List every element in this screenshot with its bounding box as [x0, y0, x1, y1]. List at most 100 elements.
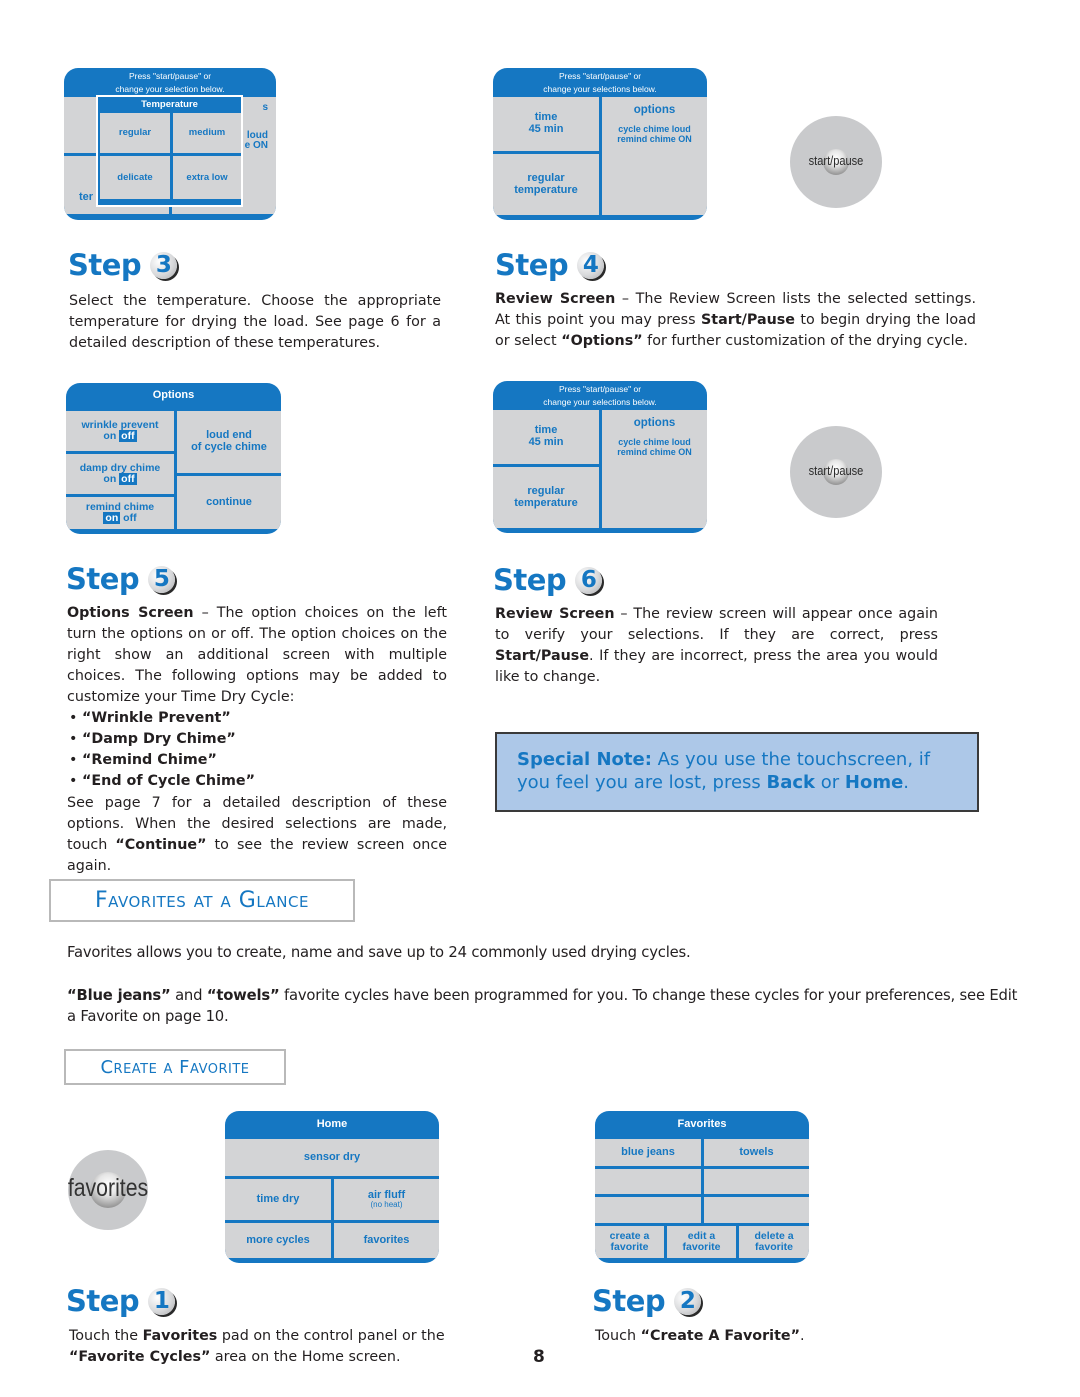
- review-screen-step4: Press "start/pause" or change your selec…: [493, 68, 707, 220]
- step-2-heading: Step 2: [592, 1284, 702, 1318]
- favorite-slot-empty[interactable]: [704, 1169, 809, 1194]
- favorite-towels[interactable]: towels: [704, 1139, 809, 1166]
- prompt-line-2: change your selections below.: [543, 397, 657, 407]
- favorite-slot-empty[interactable]: [595, 1169, 701, 1194]
- bullet-item: “Damp Dry Chime”: [69, 729, 449, 750]
- off-option[interactable]: off: [123, 512, 136, 524]
- on-option[interactable]: on: [103, 473, 116, 485]
- options-cell[interactable]: options cycle chime loud remind chime ON: [602, 97, 707, 215]
- special-note-box: Special Note: As you use the touchscreen…: [495, 732, 979, 812]
- temp-option-extra-low[interactable]: extra low: [173, 156, 241, 199]
- options-cell[interactable]: options cycle chime loud remind chime ON: [602, 410, 707, 528]
- option-label: regular: [118, 127, 152, 139]
- step-number-badge: 5: [148, 565, 176, 593]
- more-cycles-button[interactable]: more cycles: [225, 1223, 331, 1258]
- edit-line-2: favorite: [682, 1241, 721, 1253]
- section-title: Favorites at a Glance: [95, 888, 309, 913]
- start-pause-label: start/pause: [808, 153, 864, 168]
- favorite-label: towels: [739, 1145, 774, 1158]
- step-4-heading: Step 4: [495, 248, 605, 282]
- temperature-label-peek: ter: [79, 191, 94, 204]
- options-line-2: remind chime ON: [617, 133, 692, 144]
- special-note-lead: Special Note:: [517, 749, 652, 770]
- step-number-badge: 1: [148, 1287, 176, 1315]
- section-title: Create a Favorite: [100, 1056, 250, 1078]
- emphasis: Home: [844, 772, 904, 793]
- time-cell[interactable]: time 45 min: [493, 410, 599, 464]
- loud-end-line-2: of cycle chime: [191, 441, 267, 453]
- text-span: Touch: [595, 1328, 641, 1344]
- step-5-text: Options Screen – The option choices on t…: [67, 603, 447, 708]
- options-screen: Options wrinkle prevent on off damp dry …: [66, 383, 281, 534]
- edit-a-favorite-button[interactable]: edit a favorite: [667, 1226, 736, 1258]
- start-pause-pad[interactable]: start/pause: [790, 426, 882, 518]
- text-span: and: [170, 987, 207, 1004]
- damp-dry-chime-toggle[interactable]: damp dry chime on off: [66, 454, 174, 494]
- lead-text: Review Screen: [495, 291, 616, 307]
- off-option-selected[interactable]: off: [119, 473, 137, 485]
- air-fluff-note: (no heat): [370, 1200, 403, 1210]
- step-number-badge: 4: [577, 251, 605, 279]
- loud-end-of-cycle-chime-button[interactable]: loud end of cycle chime: [177, 411, 281, 473]
- option-label: delicate: [117, 171, 153, 183]
- temperature-popup-title: Temperature: [141, 99, 198, 110]
- bullet-item: “Wrinkle Prevent”: [69, 708, 449, 729]
- remind-chime-toggle[interactable]: remind chime on off: [66, 497, 174, 529]
- temperature-cell[interactable]: regular temperature: [493, 154, 599, 215]
- emphasis: “Favorite Cycles”: [69, 1349, 211, 1365]
- delete-a-favorite-button[interactable]: delete a favorite: [739, 1226, 809, 1258]
- step-word: Step: [66, 1284, 140, 1318]
- temperature-label: temperature: [514, 496, 578, 509]
- options-screen-title: Options: [152, 389, 195, 401]
- air-fluff-button[interactable]: air fluff (no heat): [334, 1179, 439, 1220]
- step-5-heading: Step 5: [66, 562, 176, 596]
- step-number-badge: 2: [674, 1287, 702, 1315]
- create-a-favorite-button[interactable]: create a favorite: [595, 1226, 664, 1258]
- favorites-at-a-glance-heading: Favorites at a Glance: [49, 879, 355, 922]
- more-cycles-label: more cycles: [246, 1233, 310, 1246]
- time-dry-button[interactable]: time dry: [225, 1179, 331, 1220]
- step-1-text: Touch the Favorites pad on the control p…: [69, 1326, 489, 1368]
- options-bullet-list: “Wrinkle Prevent” “Damp Dry Chime” “Remi…: [69, 708, 449, 792]
- text-span: .: [903, 772, 910, 793]
- options-line-peek-2: e ON: [244, 140, 268, 151]
- step-word: Step: [493, 563, 567, 597]
- bullet-item: “Remind Chime”: [69, 750, 449, 771]
- start-pause-pad[interactable]: start/pause: [790, 116, 882, 208]
- time-dry-label: time dry: [256, 1192, 300, 1205]
- bullet-item: “End of Cycle Chime”: [69, 771, 449, 792]
- step-6-heading: Step 6: [493, 563, 603, 597]
- options-label: options: [633, 104, 676, 116]
- options-label: options: [633, 417, 676, 429]
- continue-button[interactable]: continue: [177, 476, 281, 529]
- emphasis: “Continue”: [115, 837, 207, 853]
- create-a-favorite-heading: Create a Favorite: [64, 1049, 286, 1085]
- favorite-label: blue jeans: [621, 1145, 675, 1158]
- step-word: Step: [592, 1284, 666, 1318]
- step-1-heading: Step 1: [66, 1284, 176, 1318]
- off-option-selected[interactable]: off: [119, 430, 137, 442]
- wrinkle-prevent-toggle[interactable]: wrinkle prevent on off: [66, 411, 174, 451]
- favorites-pad[interactable]: favorites: [68, 1150, 148, 1230]
- step-3-heading: Step 3: [68, 248, 178, 282]
- page-number: 8: [533, 1347, 545, 1367]
- emphasis: “Blue jeans”: [67, 987, 171, 1004]
- on-option[interactable]: on: [103, 430, 116, 442]
- emphasis: “Create A Favorite”: [640, 1328, 801, 1344]
- temp-option-regular[interactable]: regular: [100, 113, 170, 153]
- emphasis: Back: [766, 772, 816, 793]
- sensor-dry-button[interactable]: sensor dry: [225, 1139, 439, 1176]
- favorites-button[interactable]: favorites: [334, 1223, 439, 1258]
- temperature-cell[interactable]: regular temperature: [493, 467, 599, 528]
- temp-option-medium[interactable]: medium: [173, 113, 241, 153]
- continue-label: continue: [206, 495, 252, 508]
- temperature-value: regular: [527, 484, 565, 497]
- favorite-blue-jeans[interactable]: blue jeans: [595, 1139, 701, 1166]
- time-cell[interactable]: time 45 min: [493, 97, 599, 151]
- favorite-slot-empty[interactable]: [595, 1197, 701, 1223]
- temperature-label: temperature: [514, 183, 578, 196]
- on-option-selected[interactable]: on: [103, 512, 121, 524]
- step-number-badge: 3: [150, 251, 178, 279]
- temp-option-delicate[interactable]: delicate: [100, 156, 170, 199]
- favorite-slot-empty[interactable]: [704, 1197, 809, 1223]
